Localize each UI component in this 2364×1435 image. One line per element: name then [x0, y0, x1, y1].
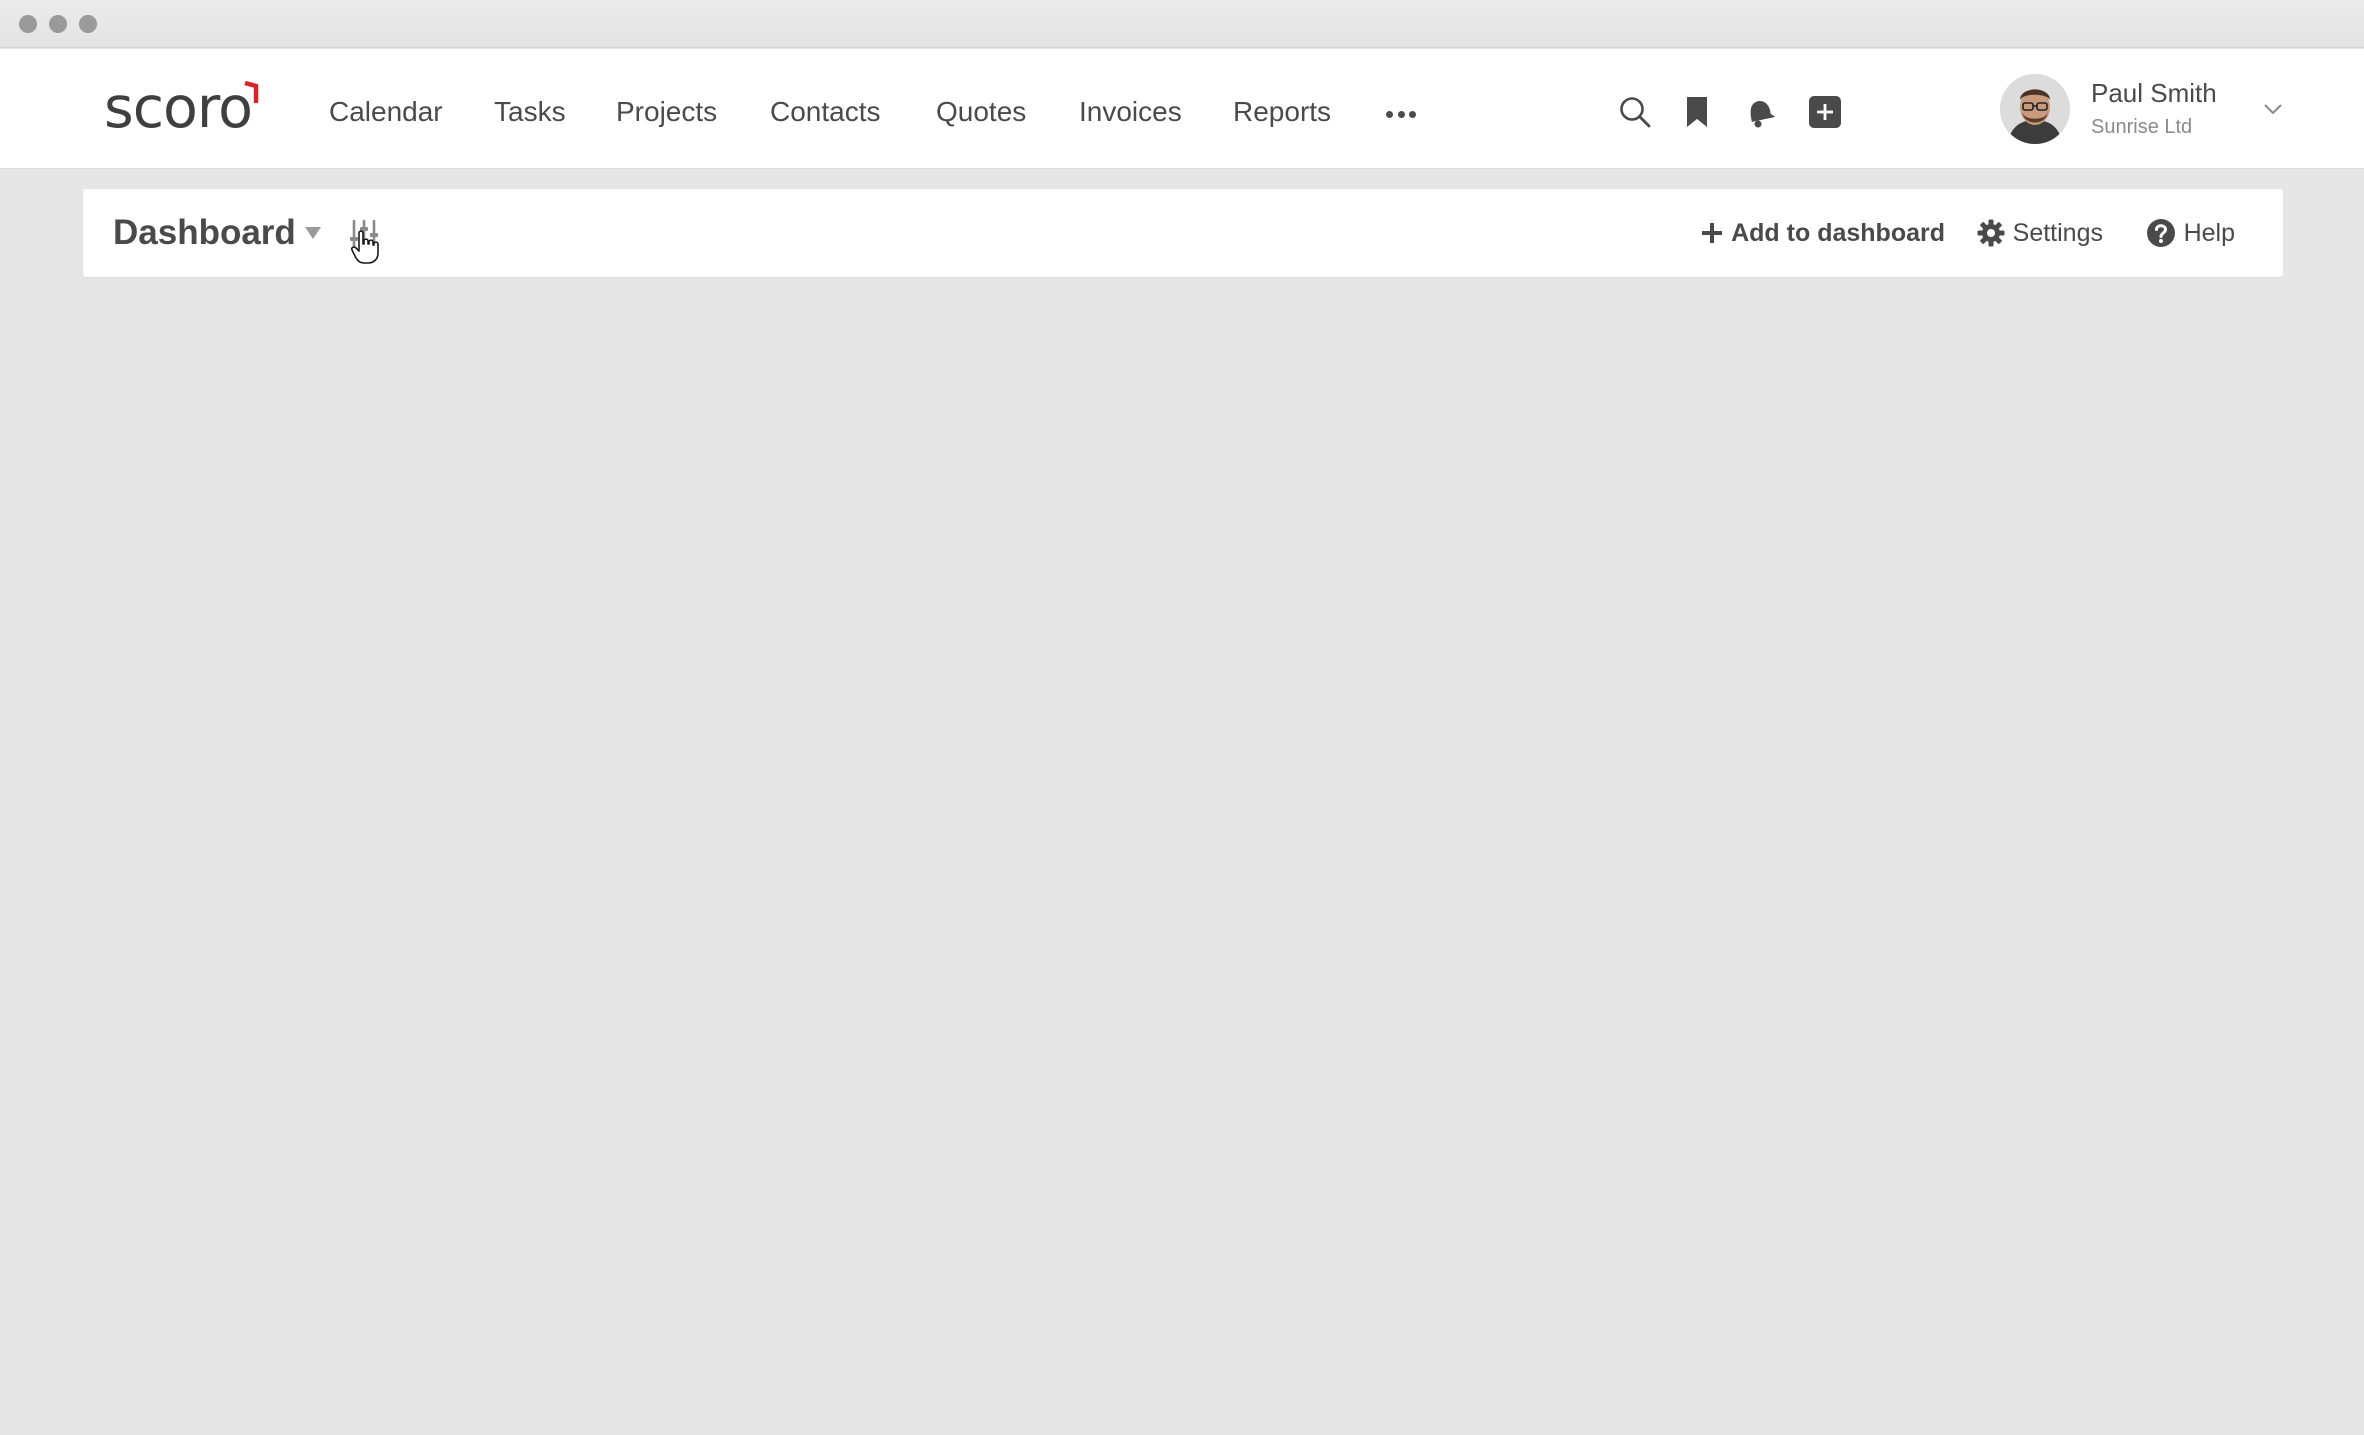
scoro-logo[interactable]: scoro [104, 73, 259, 143]
chevron-down-icon[interactable] [2262, 98, 2284, 120]
ellipsis-dot [1397, 110, 1405, 118]
settings-button[interactable]: Settings [1977, 215, 2103, 251]
nav-quotes[interactable]: Quotes [936, 90, 1026, 134]
caret-down-icon[interactable] [304, 226, 322, 240]
window-close-button[interactable] [19, 15, 37, 33]
ellipsis-dot [1409, 110, 1416, 118]
avatar-image [2000, 74, 2070, 144]
plus-icon [1702, 223, 1723, 243]
nav-invoices[interactable]: Invoices [1079, 90, 1182, 134]
window-maximize-button[interactable] [79, 15, 97, 33]
logo-text: scoro [104, 74, 253, 141]
bookmark-icon[interactable] [1677, 92, 1717, 132]
nav-tasks[interactable]: Tasks [494, 90, 566, 134]
nav-projects[interactable]: Projects [616, 90, 717, 134]
nav-calendar[interactable]: Calendar [329, 90, 443, 134]
ellipsis-dot [1386, 110, 1393, 118]
avatar [2000, 74, 2070, 144]
window-minimize-button[interactable] [49, 15, 67, 33]
dashboard-toolbar: Dashboard Add to dashboard Settings Help [83, 189, 2283, 277]
bell-icon[interactable] [1740, 92, 1780, 132]
settings-label: Settings [2012, 218, 2103, 247]
dashboard-content-area [83, 290, 2283, 1410]
dashboard-title[interactable]: Dashboard [113, 213, 296, 253]
window-titlebar [0, 0, 2364, 48]
logo-mark-icon [244, 81, 259, 103]
add-icon-glyph [1809, 96, 1841, 128]
gear-icon [1977, 219, 2005, 247]
bookmark-icon-glyph [1687, 97, 1707, 127]
help-button[interactable]: Help [2146, 215, 2235, 251]
search-icon[interactable] [1615, 92, 1655, 132]
add-icon[interactable] [1805, 92, 1845, 132]
user-name: Paul Smith [2091, 78, 2217, 108]
bell-icon-glyph [1750, 101, 1776, 128]
help-label: Help [2183, 218, 2235, 247]
more-menu-ellipsis-icon[interactable] [1386, 109, 1416, 119]
nav-reports[interactable]: Reports [1233, 90, 1331, 134]
add-to-dashboard-button[interactable]: Add to dashboard [1701, 215, 1945, 251]
hand-cursor-icon [351, 230, 379, 264]
nav-contacts[interactable]: Contacts [770, 90, 881, 134]
search-icon-glyph [1620, 97, 1651, 128]
help-icon [2146, 219, 2175, 247]
user-company: Sunrise Ltd [2091, 116, 2193, 138]
user-menu[interactable]: Paul Smith Sunrise Ltd [2000, 74, 2300, 144]
add-to-dashboard-label: Add to dashboard [1731, 218, 1945, 247]
